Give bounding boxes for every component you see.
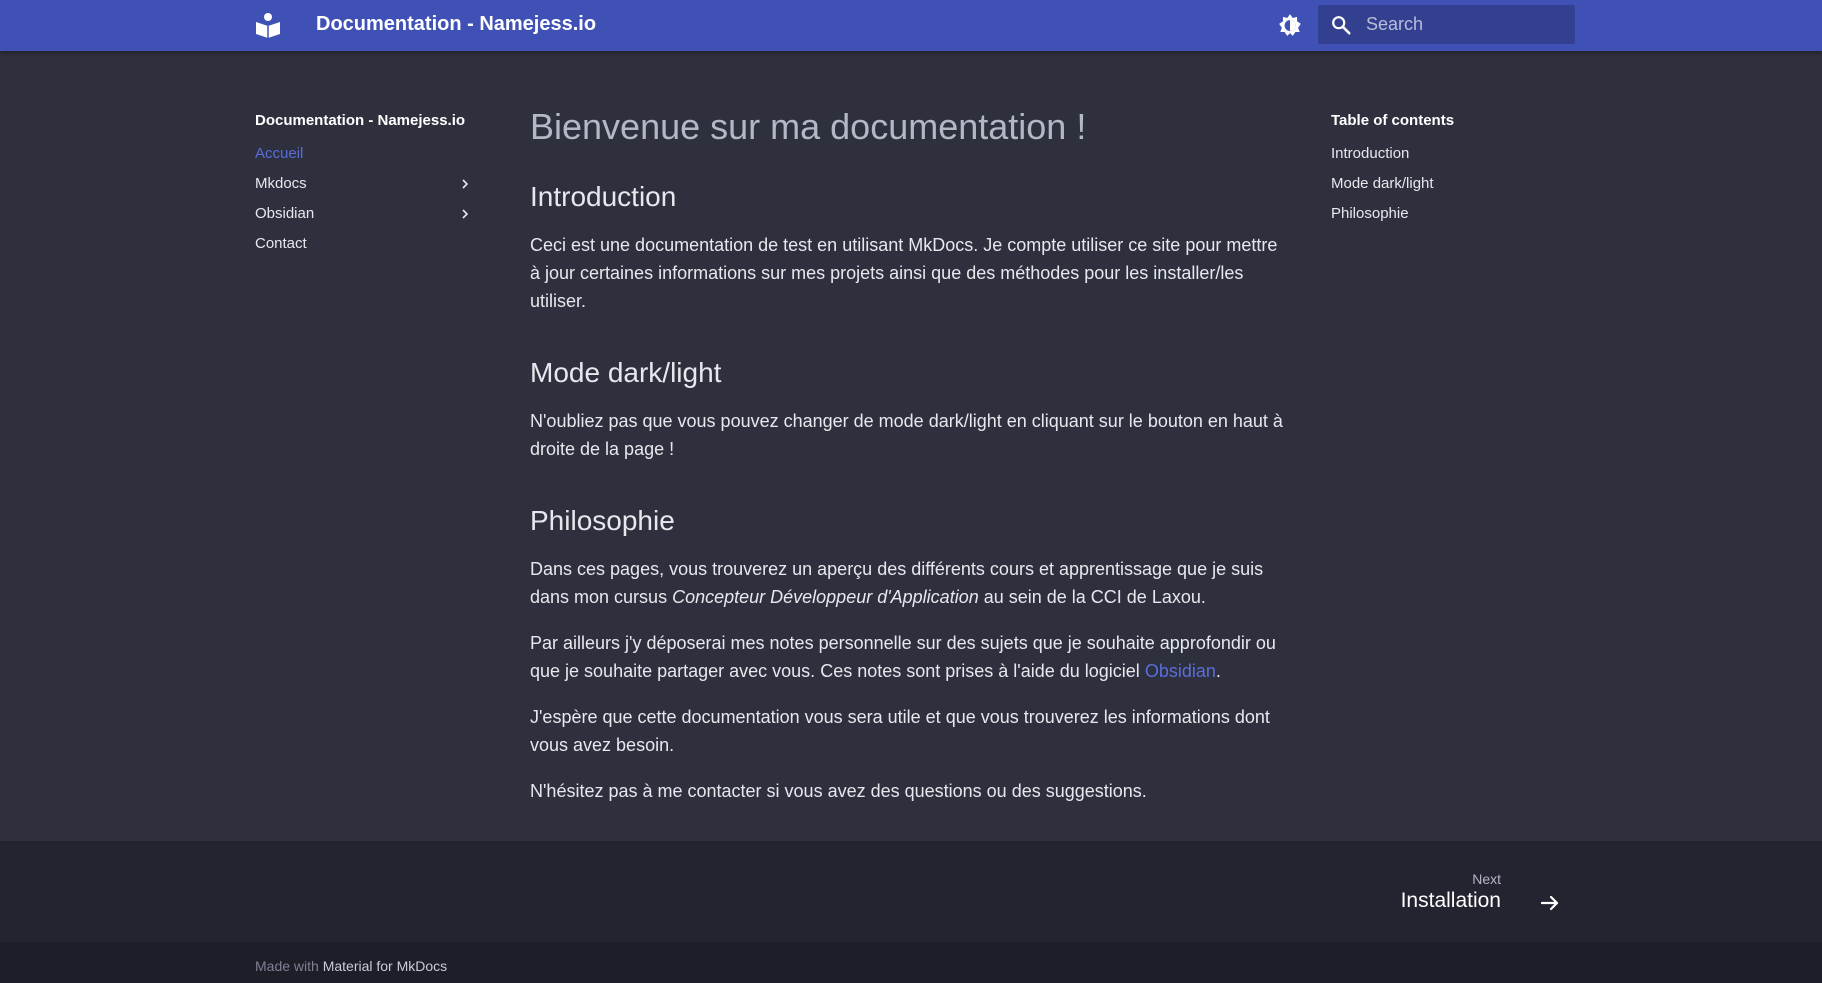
philosophie-paragraph-3: J'espère que cette documentation vous se… — [530, 707, 1270, 755]
sidebar-title: Documentation - Namejess.io — [255, 112, 466, 129]
book-logo-icon[interactable] — [254, 12, 282, 38]
section-heading-mode: Mode dark/light — [530, 357, 722, 388]
sidebar-item-accueil[interactable]: Accueil — [255, 139, 481, 169]
table-of-contents: Table of contents Introduction Mode dark… — [1331, 110, 1581, 229]
search-input[interactable] — [1366, 5, 1566, 44]
philosophie-p1-text-after: au sein de la CCI de Laxou. — [978, 587, 1206, 607]
sidebar-item-contact[interactable]: Contact — [255, 229, 481, 259]
made-with-label: Made with — [255, 958, 319, 974]
footer-navigation: Next Installation — [0, 841, 1822, 942]
next-page-link[interactable]: Next Installation — [1400, 871, 1570, 921]
brightness-icon — [1279, 14, 1301, 36]
philosophie-paragraph-1: Dans ces pages, vous trouverez un aperçu… — [530, 555, 1290, 611]
toc-item-mode[interactable]: Mode dark/light — [1331, 169, 1581, 199]
arrow-right-icon — [1540, 895, 1559, 911]
page-title: Bienvenue sur ma documentation ! — [530, 106, 1087, 147]
footer-meta: Made with Material for MkDocs — [0, 942, 1822, 983]
sidebar-item-obsidian[interactable]: Obsidian — [255, 199, 481, 229]
main-content: Bienvenue sur ma documentation ! Introdu… — [530, 103, 1290, 823]
philosophie-paragraph-2: Par ailleurs j'y déposerai mes notes per… — [530, 629, 1290, 685]
philosophie-p2-text-after: . — [1215, 661, 1221, 681]
sidebar-item-mkdocs[interactable]: Mkdocs — [255, 169, 481, 199]
material-mkdocs-link[interactable]: Material for MkDocs — [323, 958, 447, 974]
toc-item-philosophie[interactable]: Philosophie — [1331, 199, 1581, 229]
theme-toggle-button[interactable] — [1275, 10, 1305, 40]
sidebar-nav: Documentation - Namejess.io Accueil Mkdo… — [255, 110, 481, 259]
next-page-title: Installation — [1400, 889, 1501, 912]
search-icon — [1332, 16, 1351, 35]
sidebar-item-label: Mkdocs — [255, 175, 307, 192]
mode-paragraph: N'oubliez pas que vous pouvez changer de… — [530, 411, 1283, 459]
next-label: Next — [1472, 871, 1501, 887]
site-title[interactable]: Documentation - Namejess.io — [316, 12, 596, 36]
chevron-right-icon — [462, 209, 469, 219]
philosophie-paragraph-4: N'hésitez pas à me contacter si vous ave… — [530, 781, 1147, 801]
top-header: Documentation - Namejess.io — [0, 0, 1822, 51]
course-name: Concepteur Développeur d'Application — [672, 587, 979, 607]
intro-paragraph: Ceci est une documentation de test en ut… — [530, 235, 1278, 311]
sidebar-item-label: Accueil — [255, 145, 304, 162]
sidebar-item-label: Obsidian — [255, 205, 315, 222]
section-heading-introduction: Introduction — [530, 181, 677, 212]
made-with-text: Made with Material for MkDocs — [255, 958, 447, 974]
toc-title: Table of contents — [1331, 112, 1455, 129]
toc-item-introduction[interactable]: Introduction — [1331, 139, 1581, 169]
obsidian-link[interactable]: Obsidian — [1145, 661, 1216, 681]
chevron-right-icon — [462, 179, 469, 189]
sidebar-item-label: Contact — [255, 235, 307, 252]
search-box[interactable] — [1318, 5, 1575, 44]
section-heading-philosophie: Philosophie — [530, 505, 675, 536]
